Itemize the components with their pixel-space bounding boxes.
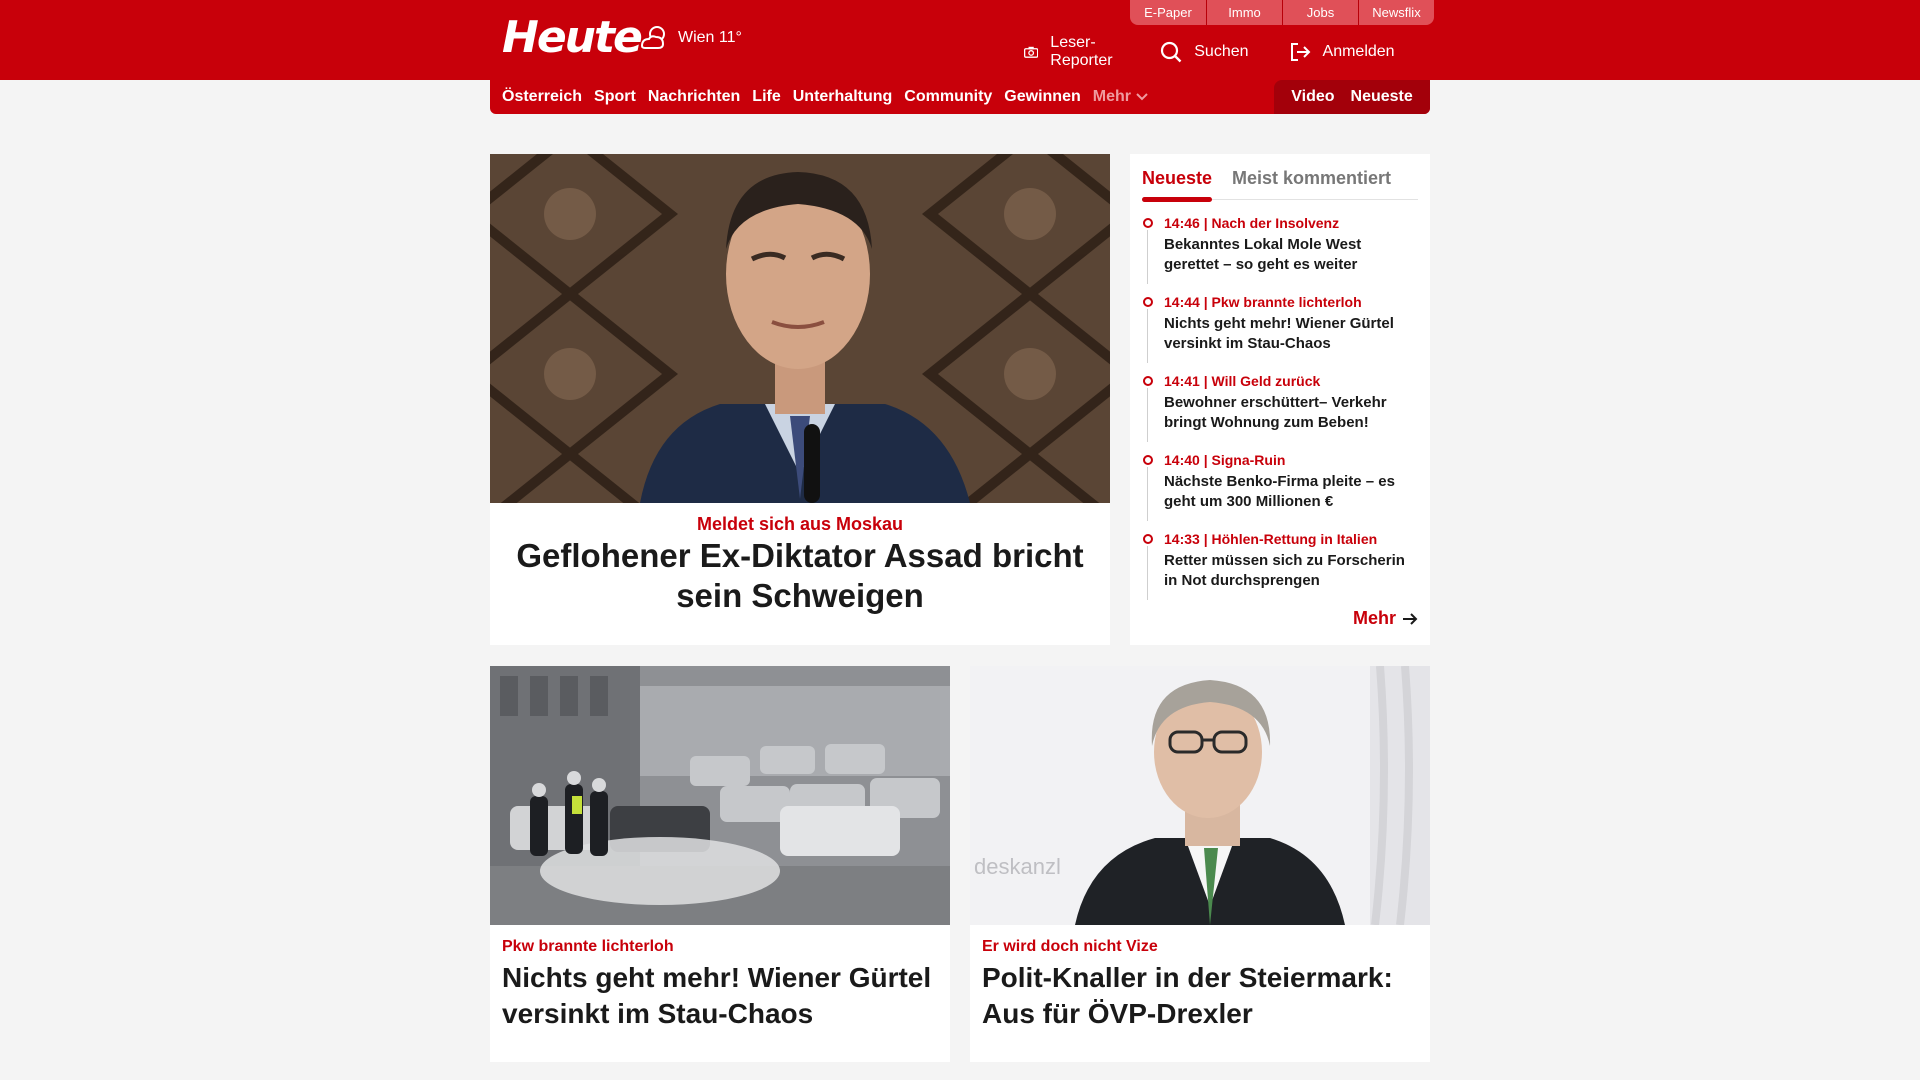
heute-logo[interactable]: Heute: [502, 12, 643, 63]
nav-item-oesterreich[interactable]: Österreich: [502, 88, 582, 106]
nav-more-label: Mehr: [1092, 88, 1131, 105]
photo-watermark: deskanzl: [974, 854, 1061, 879]
politician-photo: [970, 666, 1430, 925]
feed-title[interactable]: Nichts geht mehr! Wiener Gürtel versinkt…: [1164, 314, 1418, 354]
feed-title[interactable]: Bewohner erschüttert– Verkehr bringt Woh…: [1164, 393, 1418, 433]
service-tabs: E-Paper Immo Jobs Newsflix: [1130, 0, 1434, 25]
feed-title[interactable]: Nächste Benko-Firma pleite – es geht um …: [1164, 472, 1418, 512]
sidebar-tabs: Neueste Meist kommentiert: [1142, 162, 1418, 202]
nav-item-video[interactable]: Video: [1291, 88, 1334, 106]
tab-neueste[interactable]: Neueste: [1142, 168, 1212, 189]
traffic-photo: [490, 666, 950, 925]
feed-item[interactable]: 14:41 | Will Geld zurück Bewohner erschü…: [1142, 372, 1418, 451]
card-kicker: Er wird doch nicht Vize: [982, 938, 1158, 955]
feed-meta: 14:46 | Nach der Insolvenz: [1164, 215, 1340, 231]
feed-meta: 14:33 | Höhlen-Rettung in Italien: [1164, 531, 1378, 547]
timeline-line: [1147, 309, 1148, 363]
timeline-dot: [1143, 534, 1153, 544]
timeline-dot: [1143, 297, 1153, 307]
login-icon: [1290, 43, 1310, 61]
feed-title[interactable]: Bekanntes Lokal Mole West gerettet – so …: [1164, 235, 1418, 275]
feed-meta: 14:40 | Signa-Ruin: [1164, 452, 1286, 468]
nav-item-nachrichten[interactable]: Nachrichten: [648, 88, 740, 106]
timeline-line: [1147, 467, 1148, 521]
nav-special: Video Neueste: [1274, 80, 1430, 114]
search-icon: [1161, 41, 1182, 63]
nav-item-neueste[interactable]: Neueste: [1351, 88, 1413, 106]
weather-icon: [640, 26, 665, 49]
timeline-line: [1147, 546, 1148, 600]
feed-item[interactable]: 14:46 | Nach der Insolvenz Bekanntes Lok…: [1142, 214, 1418, 293]
card-image[interactable]: deskanzl: [970, 666, 1430, 925]
timeline-dot: [1143, 376, 1153, 386]
feed-item[interactable]: 14:33 | Höhlen-Rettung in Italien Retter…: [1142, 530, 1418, 609]
hero-photo: [490, 154, 1110, 503]
top-header: Heute Wien 11° E-Paper Immo Jobs Newsfli…: [0, 0, 1920, 80]
latest-sidebar: Neueste Meist kommentiert 14:46 | Nach d…: [1130, 154, 1430, 645]
hero-headline[interactable]: Geflohener Ex-Diktator Assad bricht sein…: [510, 536, 1090, 616]
arrow-right-icon: [1403, 612, 1418, 625]
nav-item-community[interactable]: Community: [904, 88, 992, 106]
timeline-dot: [1143, 218, 1153, 228]
latest-feed: 14:46 | Nach der Insolvenz Bekanntes Lok…: [1142, 214, 1418, 609]
hero-kicker: Meldet sich aus Moskau: [696, 514, 904, 534]
card-headline[interactable]: Nichts geht mehr! Wiener Gürtel versinkt…: [502, 960, 938, 1032]
header-actions: Leser-Reporter Suchen Anmelden: [1024, 34, 1435, 70]
active-tab-indicator: [1142, 197, 1212, 202]
card-image[interactable]: [490, 666, 950, 925]
feed-item[interactable]: 14:44 | Pkw brannte lichterloh Nichts ge…: [1142, 293, 1418, 372]
tab-epaper[interactable]: E-Paper: [1130, 0, 1206, 25]
nav-item-sport[interactable]: Sport: [594, 88, 636, 106]
timeline-dot: [1143, 455, 1153, 465]
tab-immo[interactable]: Immo: [1206, 0, 1282, 25]
login-label: Anmelden: [1322, 43, 1395, 60]
weather-widget[interactable]: Wien 11°: [638, 24, 742, 52]
feed-meta: 14:44 | Pkw brannte lichterloh: [1164, 294, 1362, 310]
article-card[interactable]: deskanzl Er wird doch nicht Vize Polit-K…: [970, 666, 1430, 1062]
login-button[interactable]: Anmelden: [1289, 42, 1395, 62]
leser-reporter-button[interactable]: Leser-Reporter: [1024, 34, 1120, 70]
nav-more-dropdown[interactable]: Mehr: [1093, 88, 1149, 106]
card-headline[interactable]: Polit-Knaller in der Steiermark: Aus für…: [982, 960, 1418, 1032]
chevron-down-icon: [1136, 93, 1148, 101]
timeline-line: [1147, 388, 1148, 442]
nav-item-gewinnen[interactable]: Gewinnen: [1004, 88, 1080, 106]
article-card[interactable]: Pkw brannte lichterloh Nichts geht mehr!…: [490, 666, 950, 1062]
sidebar-more-link[interactable]: Mehr: [1353, 608, 1418, 629]
sidebar-more-label: Mehr: [1352, 608, 1396, 628]
feed-meta: 14:41 | Will Geld zurück: [1164, 373, 1321, 389]
camera-icon: [1024, 46, 1039, 58]
leser-reporter-label: Leser-Reporter: [1050, 34, 1113, 69]
weather-label: Wien 11°: [678, 29, 742, 46]
hero-article[interactable]: Meldet sich aus Moskau Geflohener Ex-Dik…: [490, 154, 1110, 645]
nav-item-life[interactable]: Life: [752, 88, 780, 106]
main-nav: Österreich Sport Nachrichten Life Unterh…: [490, 80, 1430, 114]
tab-jobs[interactable]: Jobs: [1282, 0, 1358, 25]
hero-image[interactable]: [490, 154, 1110, 503]
feed-item[interactable]: 14:40 | Signa-Ruin Nächste Benko-Firma p…: [1142, 451, 1418, 530]
card-kicker: Pkw brannte lichterloh: [502, 938, 674, 955]
timeline-line: [1147, 230, 1148, 284]
tab-meist-kommentiert[interactable]: Meist kommentiert: [1232, 168, 1391, 189]
nav-item-unterhaltung[interactable]: Unterhaltung: [793, 88, 893, 106]
search-label: Suchen: [1194, 43, 1249, 60]
search-button[interactable]: Suchen: [1160, 41, 1249, 63]
tab-newsflix[interactable]: Newsflix: [1358, 0, 1434, 25]
feed-title[interactable]: Retter müssen sich zu Forscherin in Not …: [1164, 551, 1418, 591]
